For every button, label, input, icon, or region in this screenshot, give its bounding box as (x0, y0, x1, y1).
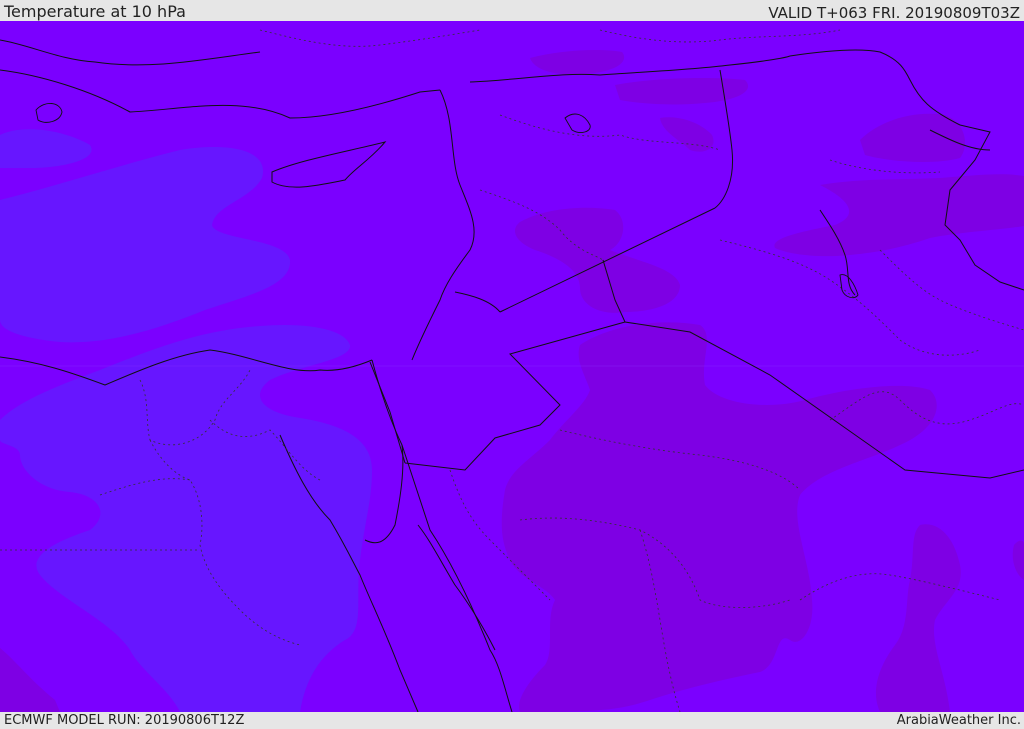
map-area[interactable] (0, 21, 1024, 712)
footer-bar: ECMWF MODEL RUN: 20190806T12Z ArabiaWeat… (0, 712, 1024, 729)
weather-map (0, 21, 1024, 712)
credit-label: ArabiaWeather Inc. (896, 713, 1021, 728)
header-bar: Temperature at 10 hPa VALID T+063 FRI. 2… (0, 0, 1024, 22)
valid-time-label: VALID T+063 FRI. 20190809T03Z (768, 4, 1020, 22)
map-title: Temperature at 10 hPa (4, 2, 186, 21)
model-run-label: ECMWF MODEL RUN: 20190806T12Z (4, 713, 245, 728)
